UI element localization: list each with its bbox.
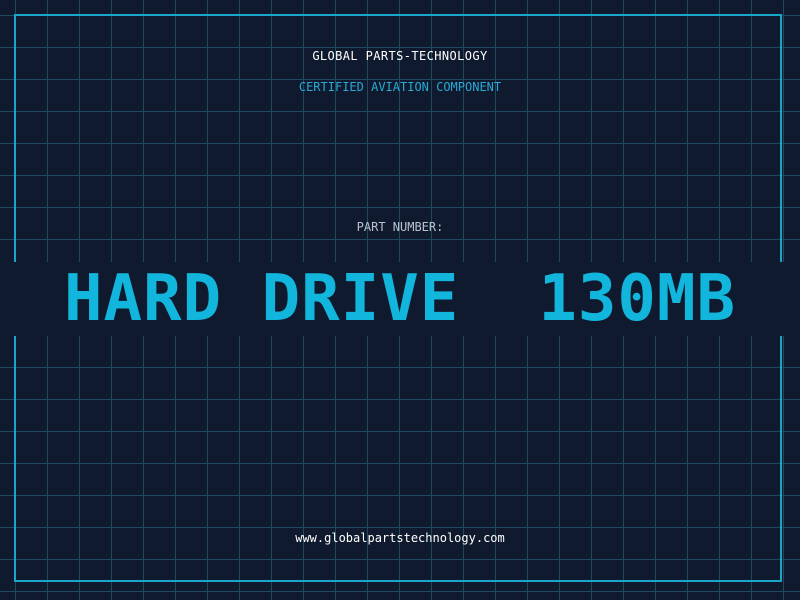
part-number-band: HARD DRIVE 130MB [0,262,800,336]
company-name: GLOBAL PARTS-TECHNOLOGY [312,49,488,63]
certification-subtitle: CERTIFIED AVIATION COMPONENT [298,80,502,94]
website-url: www.globalpartstechnology.com [295,531,505,545]
part-number-label: PART NUMBER: [356,220,444,234]
part-number-value: HARD DRIVE 130MB [63,262,737,336]
